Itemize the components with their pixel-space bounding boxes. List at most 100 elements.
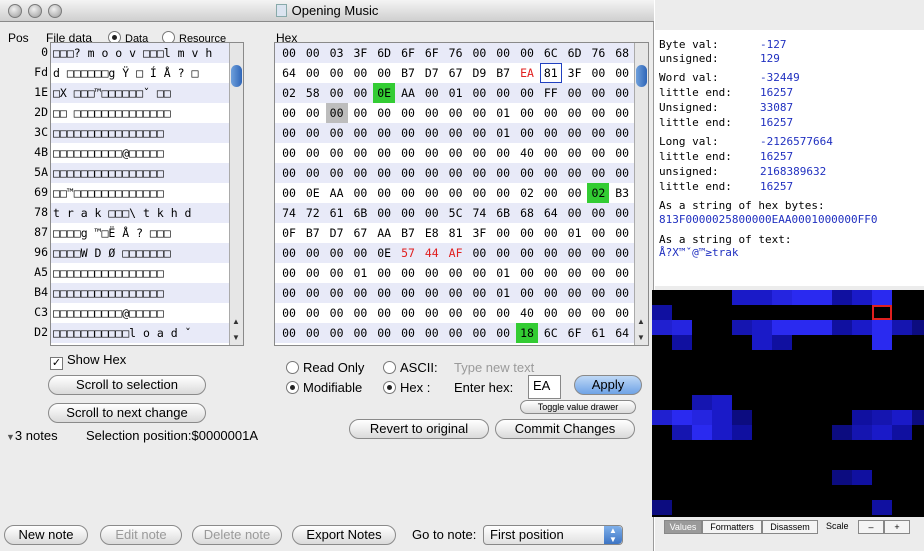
hex-byte[interactable]: 6F [421,43,443,63]
hex-byte[interactable]: 00 [564,143,586,163]
hex-byte[interactable]: 3F [349,43,371,63]
hex-byte[interactable]: 00 [397,203,419,223]
hex-byte[interactable]: 00 [468,243,490,263]
hex-byte[interactable]: 00 [468,263,490,283]
hex-byte[interactable]: 6B [349,203,371,223]
hex-byte[interactable]: 61 [326,203,348,223]
new-note-button[interactable]: New note [4,525,88,545]
hex-byte[interactable]: 00 [445,283,467,303]
hex-byte[interactable]: 6C [540,323,562,343]
hex-byte[interactable]: 00 [278,323,300,343]
hex-byte[interactable]: 00 [325,103,348,123]
hex-byte[interactable]: 68 [516,203,538,223]
ascii-row[interactable]: □□□□g ™□Ë Å ? □□□ [51,223,229,243]
hex-byte[interactable]: 00 [587,203,609,223]
hex-byte[interactable]: 00 [611,83,633,103]
hex-byte[interactable]: 00 [445,263,467,283]
hex-byte[interactable]: 00 [611,283,633,303]
ascii-row[interactable]: □□□□□□□□□□@□□□□□ [51,303,229,323]
ascii-row[interactable]: t r a k □□□\ t k h d [51,203,229,223]
hex-byte[interactable]: 00 [421,183,443,203]
hex-byte[interactable]: 00 [445,163,467,183]
hex-byte[interactable]: 00 [540,243,562,263]
hex-byte[interactable]: D9 [468,63,490,83]
hex-byte[interactable]: 00 [540,143,562,163]
hex-byte[interactable]: 00 [373,63,395,83]
ascii-row[interactable]: □X □□□™□□□□□□ˇ □□ [51,83,229,103]
hex-byte[interactable]: 00 [349,303,371,323]
scroll-thumb[interactable] [231,65,242,87]
hex-byte[interactable]: 01 [492,103,514,123]
hex-byte[interactable]: 76 [445,43,467,63]
hex-byte[interactable]: AA [397,83,419,103]
hex-byte[interactable]: 0E [373,83,396,103]
hex-byte[interactable]: 00 [326,243,348,263]
hex-byte[interactable]: 00 [516,83,538,103]
hex-byte[interactable]: 00 [540,263,562,283]
enter-hex-input[interactable]: EA [528,375,561,399]
hex-byte[interactable]: 00 [564,123,586,143]
hex-byte[interactable]: 00 [302,263,324,283]
hex-byte[interactable]: 00 [397,123,419,143]
modifiable-radio[interactable]: Modifiable [286,380,362,395]
hex-byte[interactable]: 00 [349,323,371,343]
hex-byte[interactable]: 5C [445,203,467,223]
hex-byte[interactable]: 00 [587,143,609,163]
hex-byte[interactable]: 00 [611,243,633,263]
hex-byte[interactable]: 00 [397,183,419,203]
hex-byte[interactable]: 00 [421,83,443,103]
hex-byte[interactable]: 01 [349,263,371,283]
hex-byte[interactable]: 00 [468,163,490,183]
hex-byte[interactable]: 00 [397,283,419,303]
show-hex-checkbox[interactable]: ✓ Show Hex [50,352,126,370]
hex-byte[interactable]: 40 [516,143,538,163]
hex-byte[interactable]: E8 [421,223,443,243]
hex-byte[interactable]: 00 [326,163,348,183]
hex-byte[interactable]: 61 [587,323,609,343]
hex-byte[interactable]: 00 [564,243,586,263]
hex-byte[interactable]: 00 [540,303,562,323]
hex-byte[interactable]: 00 [587,163,609,183]
hex-byte[interactable]: 00 [564,163,586,183]
ascii-row[interactable]: d □□□□□□g Ÿ □ Í Å ? □ [51,63,229,83]
hex-byte[interactable]: 00 [611,203,633,223]
hex-byte[interactable]: 72 [302,203,324,223]
hex-scrollbar[interactable]: ▲ ▼ [634,43,648,345]
hex-byte[interactable]: 00 [540,123,562,143]
hex-byte[interactable]: 00 [587,83,609,103]
hex-byte[interactable]: 00 [492,303,514,323]
hex-byte[interactable]: 00 [373,123,395,143]
export-notes-button[interactable]: Export Notes [292,525,396,545]
hex-byte[interactable]: 00 [492,163,514,183]
hex-byte[interactable]: 18 [516,323,538,343]
hex-byte[interactable]: 00 [516,223,538,243]
hex-byte[interactable]: 00 [278,163,300,183]
hex-byte[interactable]: 6F [564,323,586,343]
hex-byte[interactable]: 00 [302,143,324,163]
revert-to-original-button[interactable]: Revert to original [349,419,489,439]
hex-byte[interactable]: 00 [611,123,633,143]
hex-byte[interactable]: 00 [587,263,609,283]
hex-byte[interactable]: 00 [373,163,395,183]
hex-byte[interactable]: 6D [373,43,395,63]
ascii-radio[interactable]: ASCII: [383,360,438,375]
hex-byte[interactable]: 44 [421,243,443,263]
hex-byte[interactable]: 00 [611,303,633,323]
hex-byte[interactable]: 00 [373,323,395,343]
hex-byte[interactable]: 00 [492,143,514,163]
hex-byte[interactable]: 02 [516,183,538,203]
hex-byte[interactable]: 00 [349,83,371,103]
hex-byte[interactable]: 00 [540,283,562,303]
hex-byte[interactable]: 74 [468,203,490,223]
hex-byte[interactable]: 67 [349,223,371,243]
ascii-text-input[interactable]: Type new text [454,360,534,375]
hex-byte[interactable]: 00 [516,43,538,63]
scroll-to-selection-button[interactable]: Scroll to selection [48,375,206,395]
hex-byte[interactable]: 00 [373,203,395,223]
scroll-to-next-change-button[interactable]: Scroll to next change [48,403,206,423]
ascii-row[interactable]: □□ □□□□□□□□□□□□□□ [51,103,229,123]
hex-byte[interactable]: 00 [302,163,324,183]
hex-byte[interactable]: 00 [397,143,419,163]
ascii-row[interactable]: □□™□□□□□□□□□□□□□ [51,183,229,203]
hex-byte[interactable]: 00 [587,303,609,323]
